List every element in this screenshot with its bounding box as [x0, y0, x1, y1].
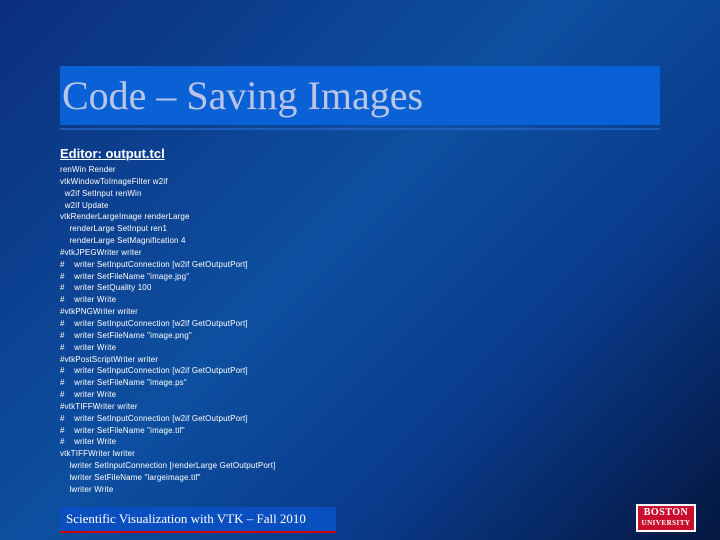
code-line: # writer SetFileName "image.jpg" — [60, 271, 190, 281]
code-line: # writer Write — [60, 295, 117, 305]
code-block: renWin Render vtkWindowToImageFilter w2if… — [60, 164, 620, 496]
code-line: # writer Write — [60, 390, 117, 400]
boston-university-logo: BOSTON UNIVERSITY — [636, 504, 696, 532]
code-line: # writer SetInputConnection [w2if GetOut… — [60, 318, 248, 328]
code-line: # writer Write — [60, 342, 117, 352]
code-line: renderLarge SetMagnification 4 — [60, 236, 186, 246]
code-line: w2if Update — [60, 200, 109, 210]
code-line: lwriter SetFileName "largeimage.tif" — [60, 472, 201, 482]
code-line: # writer SetInputConnection [w2if GetOut… — [60, 366, 248, 376]
code-line: renderLarge SetInput ren1 — [60, 224, 168, 234]
code-line: # writer SetInputConnection [w2if GetOut… — [60, 413, 248, 423]
logo-line-1: BOSTON — [643, 507, 689, 518]
slide-title: Code – Saving Images — [62, 73, 424, 118]
code-line: # writer SetFileName "image.png" — [60, 330, 192, 340]
code-line: w2if SetInput renWin — [60, 188, 142, 198]
title-divider — [60, 128, 660, 130]
code-line: vtkRenderLargeImage renderLarge — [60, 212, 190, 222]
slide: Code – Saving Images Editor: output.tcl … — [0, 0, 720, 540]
code-line: # writer SetFileName "image.tif" — [60, 425, 185, 435]
logo-line-2: UNIVERSITY — [641, 519, 691, 527]
code-line: #vtkPNGWriter writer — [60, 307, 138, 317]
code-line: # writer SetFileName "image.ps" — [60, 378, 187, 388]
code-line: renWin Render — [60, 165, 116, 174]
code-line: vtkWindowToImageFilter w2if — [60, 176, 168, 186]
code-line: # writer SetInputConnection [w2if GetOut… — [60, 259, 248, 269]
code-line: #vtkPostScriptWriter writer — [60, 354, 159, 364]
code-line: lwriter Write — [60, 484, 114, 494]
editor-label: Editor: output.tcl — [60, 146, 165, 161]
code-line: # writer SetQuality 100 — [60, 283, 152, 293]
code-line: lwriter SetInputConnection [renderLarge … — [60, 461, 276, 471]
code-line: # writer Write — [60, 437, 117, 447]
footer-text: Scientific Visualization with VTK – Fall… — [66, 511, 306, 526]
code-line: vtkTIFFWriter lwriter — [60, 449, 135, 459]
code-line: #vtkTIFFWriter writer — [60, 401, 138, 411]
code-line: #vtkJPEGWriter writer — [60, 247, 142, 257]
